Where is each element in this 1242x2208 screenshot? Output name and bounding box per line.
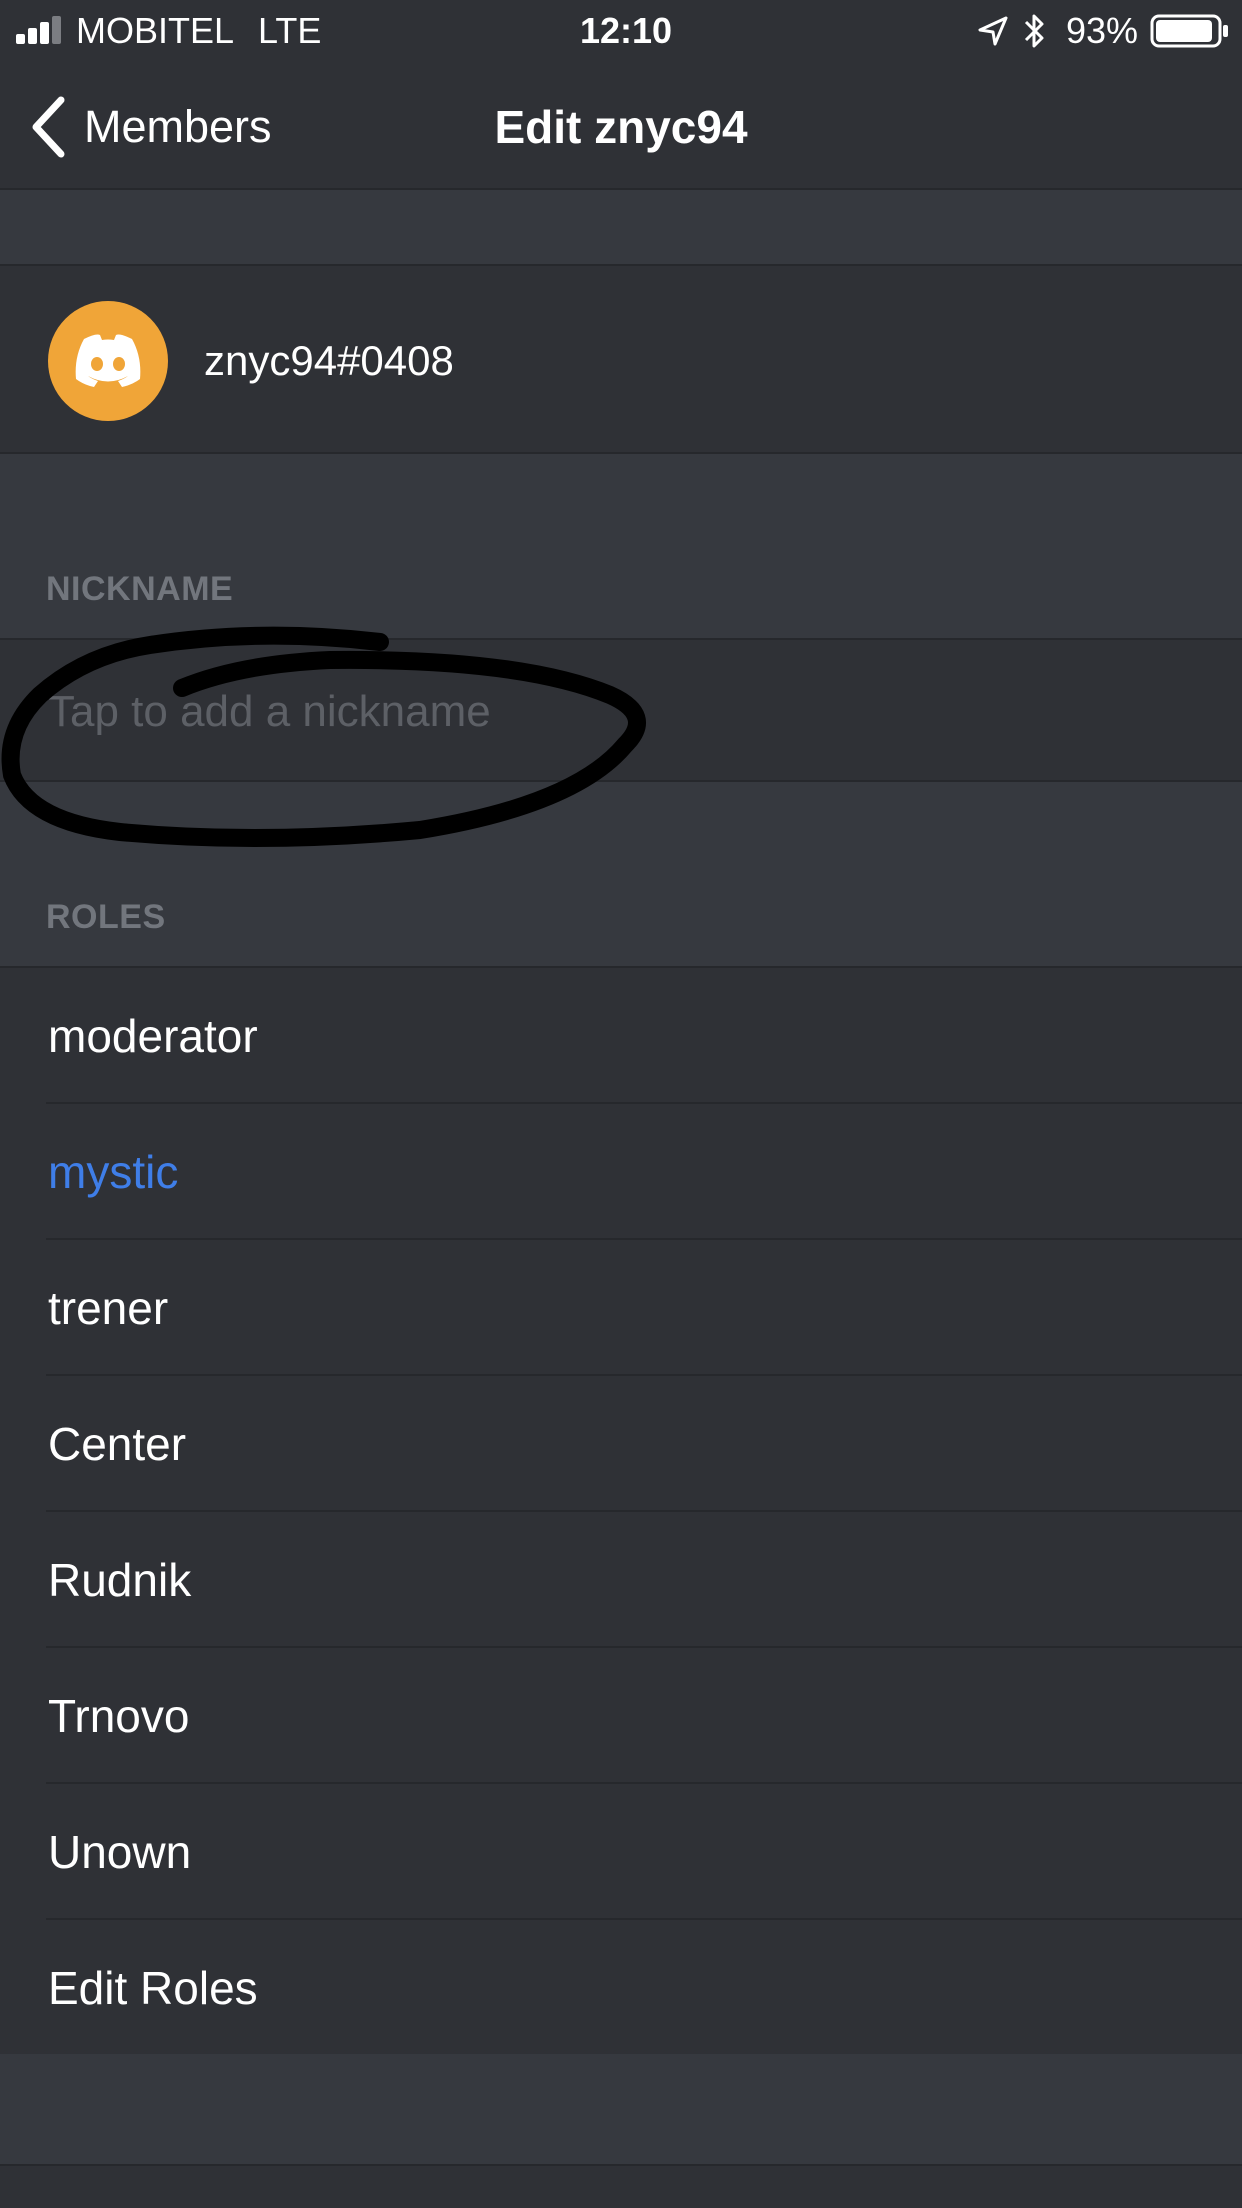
roles-section-label: ROLES bbox=[46, 898, 166, 936]
member-header: znyc94#0408 bbox=[0, 264, 1242, 454]
carrier-label: MOBITEL bbox=[76, 10, 235, 51]
navigation-bar: Edit znyc94 Members bbox=[0, 62, 1242, 190]
role-item-trnovo[interactable]: Trnovo bbox=[0, 1648, 1242, 1784]
nickname-row[interactable] bbox=[0, 638, 1242, 782]
bottom-bar bbox=[0, 2164, 1242, 2208]
role-label: moderator bbox=[48, 1010, 258, 1062]
back-button-label: Members bbox=[84, 101, 272, 152]
role-item-unown[interactable]: Unown bbox=[0, 1784, 1242, 1920]
role-item-rudnik[interactable]: Rudnik bbox=[0, 1512, 1242, 1648]
status-bar: MOBITEL LTE 12:10 93% bbox=[0, 0, 1242, 62]
section-spacer bbox=[0, 190, 1242, 264]
role-item-mystic[interactable]: mystic bbox=[0, 1104, 1242, 1240]
back-button[interactable]: Members bbox=[30, 92, 272, 162]
nickname-section-header: NICKNAME bbox=[0, 454, 1242, 638]
role-item-moderator[interactable]: moderator bbox=[0, 968, 1242, 1104]
location-arrow-icon bbox=[976, 14, 1010, 48]
role-item-center[interactable]: Center bbox=[0, 1376, 1242, 1512]
discord-logo-icon bbox=[70, 331, 146, 391]
edit-roles-label: Edit Roles bbox=[48, 1962, 258, 2014]
chevron-left-icon bbox=[30, 96, 66, 158]
avatar bbox=[48, 301, 168, 421]
role-label: mystic bbox=[48, 1146, 179, 1198]
role-label: Center bbox=[48, 1418, 187, 1470]
edit-roles-button[interactable]: Edit Roles bbox=[0, 1920, 1242, 2056]
bluetooth-icon bbox=[1022, 12, 1048, 50]
role-label: Trnovo bbox=[48, 1690, 190, 1742]
role-label: trener bbox=[48, 1282, 169, 1334]
signal-icon bbox=[16, 16, 66, 44]
battery-percent: 93% bbox=[1066, 10, 1139, 51]
clock: 12:10 bbox=[580, 10, 673, 51]
nickname-section-label: NICKNAME bbox=[46, 570, 234, 608]
role-label: Unown bbox=[48, 1826, 192, 1878]
role-label: Rudnik bbox=[48, 1554, 192, 1606]
roles-list: moderator mystic trener Center Rudnik Tr… bbox=[0, 966, 1242, 2058]
network-label: LTE bbox=[258, 10, 322, 51]
role-item-trener[interactable]: trener bbox=[0, 1240, 1242, 1376]
section-spacer bbox=[0, 2054, 1242, 2164]
battery-icon bbox=[1150, 14, 1230, 48]
roles-section-header: ROLES bbox=[0, 782, 1242, 966]
member-username: znyc94#0408 bbox=[204, 337, 454, 384]
nickname-input[interactable] bbox=[48, 680, 1148, 744]
